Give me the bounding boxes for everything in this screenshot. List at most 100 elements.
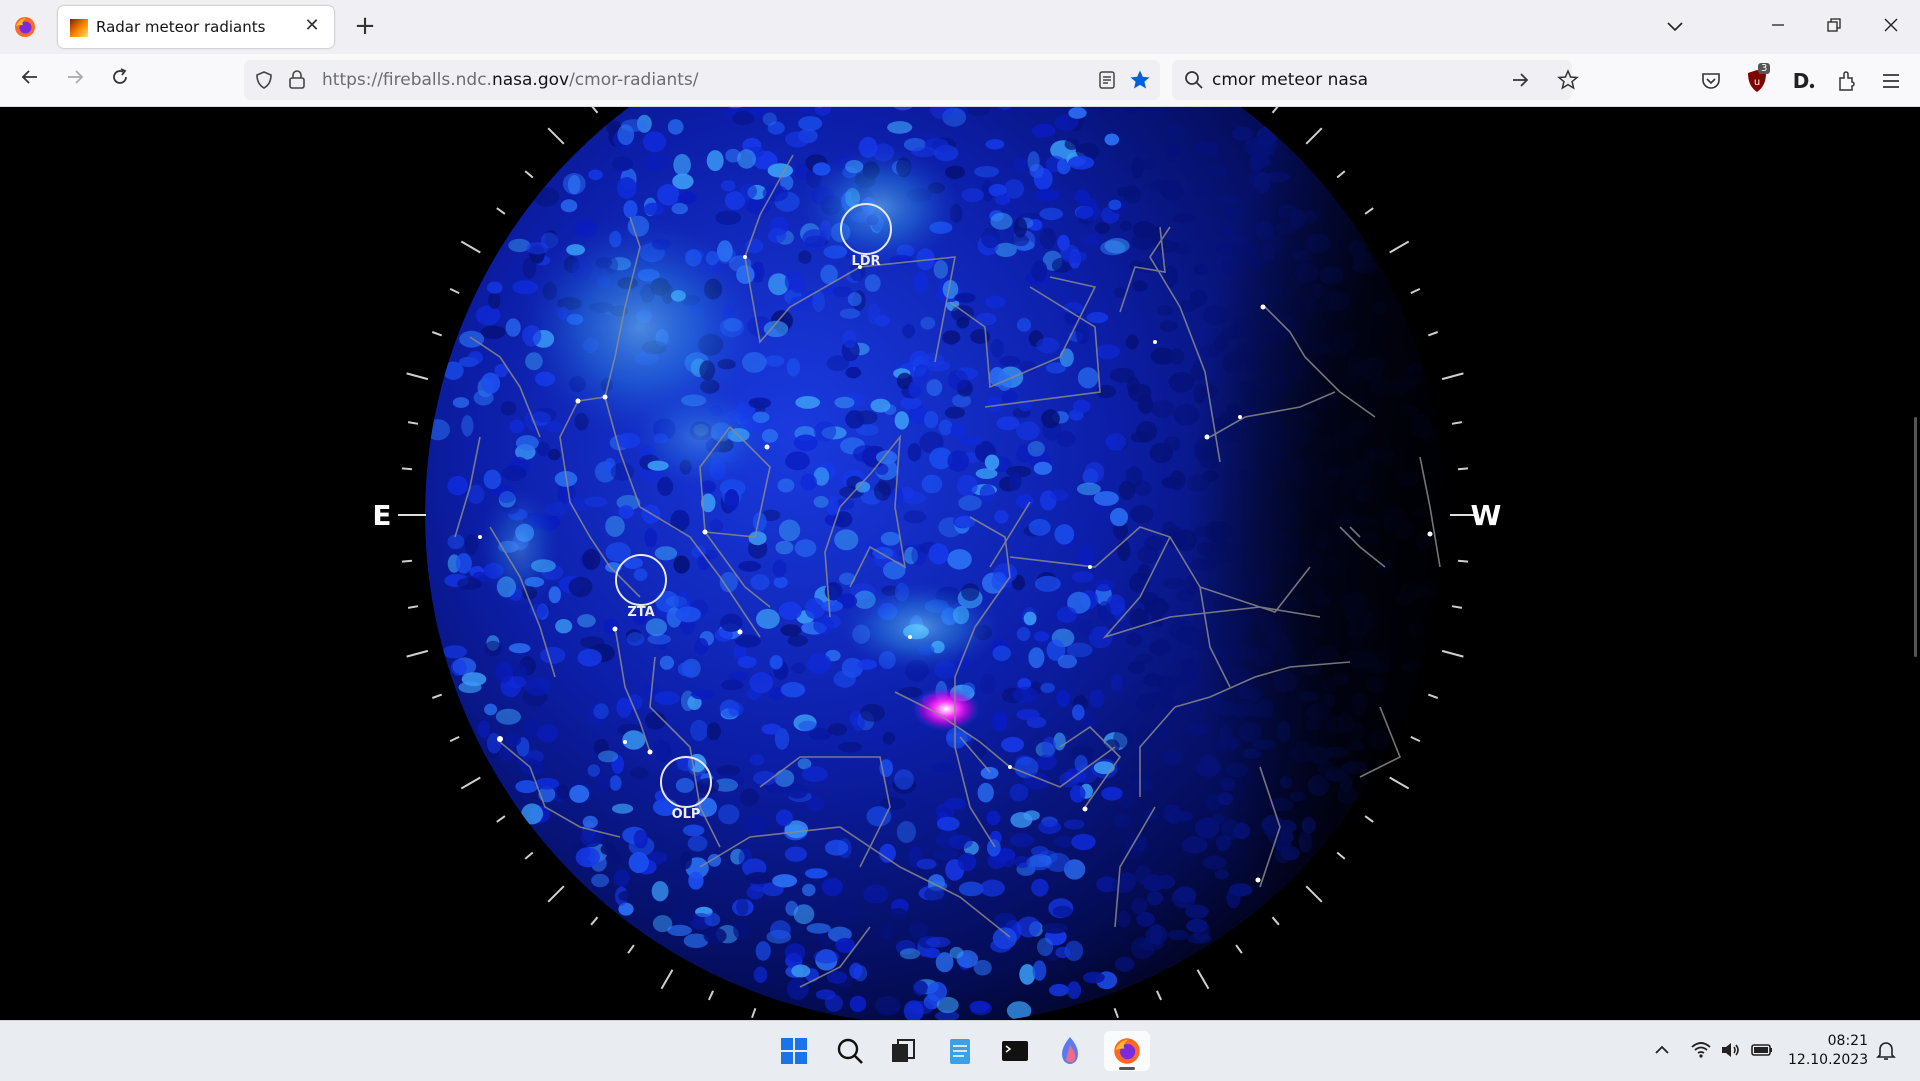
west-label: W: [1471, 499, 1502, 532]
taskbar-search-icon[interactable]: [830, 1031, 870, 1071]
forward-icon[interactable]: [59, 66, 91, 96]
search-input[interactable]: cmor meteor nasa: [1212, 70, 1368, 90]
terminal-icon[interactable]: [995, 1031, 1035, 1071]
horizon-tick: [1451, 421, 1463, 425]
search-bar[interactable]: cmor meteor nasa: [1172, 60, 1572, 100]
darkreader-icon[interactable]: D: [1787, 66, 1817, 96]
horizon-tick: [496, 207, 506, 215]
horizon-tick: [407, 605, 419, 609]
horizon-tick: [1410, 287, 1421, 295]
horizon-tick: [1441, 649, 1464, 658]
horizon-tick: [1271, 107, 1279, 114]
east-label: E: [372, 499, 391, 532]
radiant-sky-map: E W LDR ZTA OLP: [372, 107, 1502, 1020]
horizon-tick: [1389, 240, 1410, 254]
list-all-tabs-icon[interactable]: [1660, 14, 1690, 40]
extensions-icon[interactable]: [1832, 66, 1862, 96]
lock-icon[interactable]: [288, 69, 306, 89]
horizon-tick: [660, 969, 674, 990]
tab-strip: Radar meteor radiants ✕ +: [0, 0, 1920, 54]
horizon-tick: [1155, 990, 1163, 1001]
close-tab-icon[interactable]: ✕: [300, 14, 324, 38]
back-icon[interactable]: [14, 66, 46, 96]
bookmark-star-icon[interactable]: [1129, 69, 1151, 91]
horizon-tick: [1271, 916, 1280, 926]
horizon-tick: [401, 559, 413, 563]
svg-text:u: u: [1754, 77, 1760, 88]
wifi-icon[interactable]: [1689, 1038, 1713, 1062]
horizon-tick: [496, 815, 506, 823]
windows-start-icon[interactable]: [774, 1031, 814, 1071]
firefox-icon[interactable]: [14, 16, 36, 38]
close-window-icon[interactable]: [1876, 14, 1906, 40]
peak-density-spot: [912, 687, 980, 731]
clock-date: 12.10.2023: [1788, 1052, 1869, 1068]
horizon-tick: [1427, 693, 1439, 699]
horizon-tick: [1364, 207, 1374, 215]
horizon-tick: [590, 916, 599, 926]
clock-time: 08:21: [1827, 1033, 1868, 1049]
shower-label-zta: ZTA: [627, 605, 654, 620]
chevron-up-icon[interactable]: [1650, 1038, 1674, 1062]
horizon-tick: [547, 127, 565, 145]
url-bar[interactable]: https://fireballs.ndc.nasa.gov/cmor-radi…: [244, 60, 1160, 100]
pocket-icon[interactable]: [1696, 66, 1726, 96]
horizon-tick: [1336, 170, 1346, 179]
notepad-icon[interactable]: [940, 1031, 980, 1071]
task-view-icon[interactable]: [884, 1031, 924, 1071]
reload-icon[interactable]: [104, 66, 136, 96]
navigation-toolbar: https://fireballs.ndc.nasa.gov/cmor-radi…: [0, 54, 1920, 107]
ublock-icon[interactable]: u 3: [1742, 63, 1772, 96]
running-indicator: [1119, 1067, 1135, 1070]
horizon-tick: [1196, 969, 1210, 990]
reader-icon[interactable]: [1098, 70, 1116, 90]
volume-icon[interactable]: [1719, 1038, 1743, 1062]
horizon-tick: [524, 170, 534, 179]
shower-label-olp: OLP: [672, 807, 701, 822]
arrow-right-icon[interactable]: [1510, 70, 1530, 90]
active-tab[interactable]: Radar meteor radiants ✕: [58, 6, 334, 48]
system-clock[interactable]: 08:21 12.10.2023: [1788, 1032, 1868, 1070]
horizon-tick: [1410, 735, 1421, 743]
app-icon[interactable]: [1050, 1031, 1090, 1071]
bookmarks-toolbar-star-icon[interactable]: [1553, 66, 1583, 96]
tracking-protection-icon[interactable]: [254, 70, 274, 90]
horizon-tick: [460, 776, 481, 790]
search-icon: [1185, 71, 1203, 89]
horizon-tick: [431, 331, 443, 337]
horizon-tick: [1427, 331, 1439, 337]
page-scrollbar[interactable]: [1914, 417, 1917, 657]
ublock-badge: 3: [1758, 63, 1771, 74]
new-tab-button[interactable]: +: [350, 12, 380, 42]
horizon-tick: [1441, 372, 1464, 381]
firefox-taskbar-button[interactable]: [1104, 1031, 1150, 1071]
shower-label-ldr: LDR: [851, 254, 880, 269]
horizon-tick: [1113, 1007, 1119, 1019]
site-favicon-icon: [70, 19, 88, 37]
horizon-tick: [1235, 944, 1243, 954]
url-text[interactable]: https://fireballs.ndc.nasa.gov/cmor-radi…: [322, 70, 699, 90]
horizon-tick: [431, 693, 443, 699]
bell-icon[interactable]: [1874, 1038, 1898, 1062]
horizon-tick: [406, 649, 429, 658]
horizon-tick: [1336, 851, 1346, 860]
horizon-tick: [449, 735, 460, 743]
restore-icon[interactable]: [1819, 14, 1849, 40]
minimize-icon[interactable]: [1763, 14, 1793, 40]
horizon-tick: [460, 240, 481, 254]
page-content: E W LDR ZTA OLP: [0, 107, 1920, 1020]
horizon-tick: [407, 421, 419, 425]
taskbar: 08:21 12.10.2023: [0, 1020, 1920, 1081]
horizon-tick: [1457, 467, 1469, 471]
horizon-tick: [1364, 815, 1374, 823]
svg-text:D: D: [1793, 69, 1810, 93]
horizon-tick: [449, 287, 460, 295]
firefox-taskbar-icon: [1114, 1038, 1140, 1064]
horizon-tick: [1457, 559, 1469, 563]
menu-icon[interactable]: [1876, 66, 1906, 96]
horizon-tick: [591, 107, 599, 114]
battery-icon[interactable]: [1750, 1038, 1774, 1062]
horizon-tick: [707, 990, 715, 1001]
horizon-tick: [1305, 885, 1323, 903]
horizon-tick: [1451, 605, 1463, 609]
